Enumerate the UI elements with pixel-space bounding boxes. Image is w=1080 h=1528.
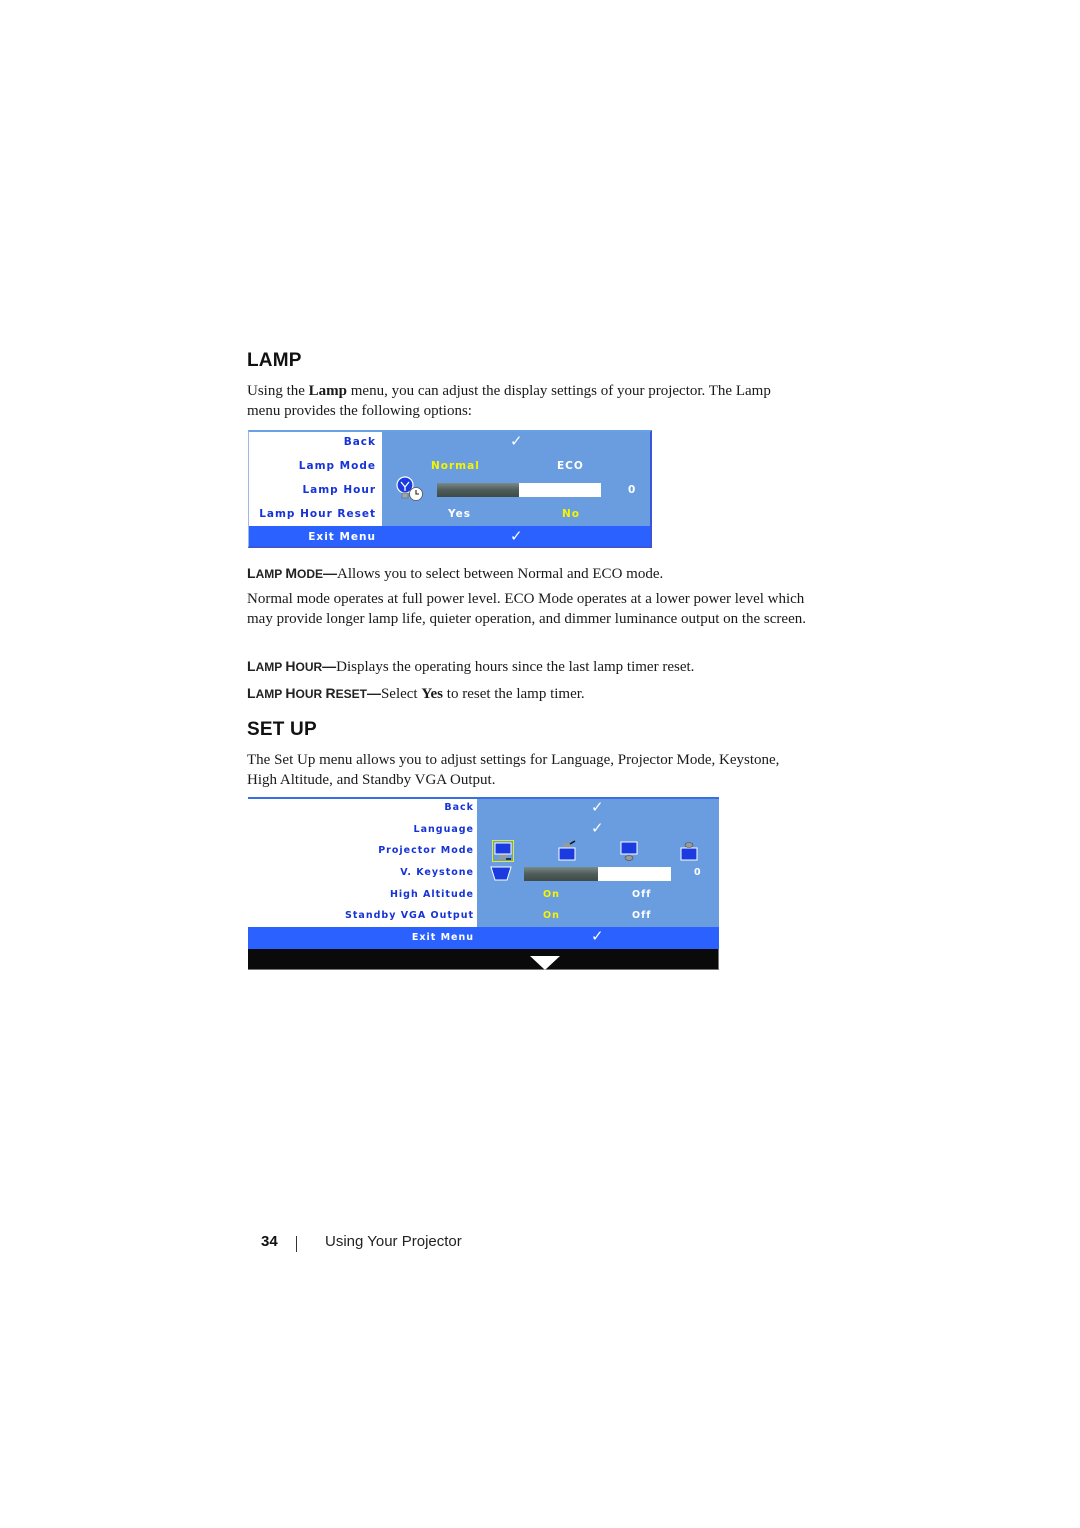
page-number: 34 <box>261 1233 278 1250</box>
check-icon: ✓ <box>591 798 605 816</box>
rear-projection-desktop-icon[interactable] <box>618 840 640 862</box>
rear-projection-ceiling-icon[interactable] <box>556 840 578 862</box>
lamp-hour-definition: LAMP HOUR—Displays the operating hours s… <box>247 656 807 677</box>
lamp-mode-paragraph: Normal mode operates at full power level… <box>247 591 806 627</box>
setup-osd-scroll-bar[interactable] <box>248 949 719 970</box>
setup-osd-language[interactable]: Language <box>414 824 474 835</box>
setup-osd-high-altitude[interactable]: High Altitude <box>390 889 474 900</box>
setup-osd-back[interactable]: Back <box>444 802 474 813</box>
footer-title: Using Your Projector <box>325 1233 462 1250</box>
lamp-mode-option-eco[interactable]: ECO <box>557 460 584 472</box>
lamp-mode-term: LAMP MODE— <box>247 565 338 581</box>
check-icon: ✓ <box>510 432 524 450</box>
lamp-hour-reset-definition: LAMP HOUR RESET—Select Yes to reset the … <box>247 685 585 702</box>
setup-heading: SET UP <box>247 719 317 740</box>
lamp-hour-progress-bar <box>437 483 601 497</box>
lamp-osd-lamp-hour-reset[interactable]: Lamp Hour Reset <box>259 508 376 520</box>
lamp-hour-description: Displays the operating hours since the l… <box>336 659 695 675</box>
lamp-reset-option-no[interactable]: No <box>562 508 580 520</box>
lamp-osd-lamp-mode[interactable]: Lamp Mode <box>299 460 376 472</box>
lamp-hour-term: LAMP HOUR— <box>247 658 337 674</box>
high-altitude-option-on[interactable]: On <box>543 889 560 900</box>
standby-vga-option-on[interactable]: On <box>543 910 560 921</box>
lamp-osd-back[interactable]: Back <box>344 436 376 448</box>
check-icon: ✓ <box>510 527 524 545</box>
front-projection-ceiling-icon[interactable] <box>678 840 700 862</box>
setup-osd-exit-bar[interactable] <box>248 927 719 949</box>
high-altitude-option-off[interactable]: Off <box>632 889 651 900</box>
keystone-progress-bar[interactable] <box>524 867 671 881</box>
lamp-clock-icon <box>396 476 423 501</box>
lamp-hour-value: 0 <box>628 484 637 496</box>
lamp-heading: LAMP <box>247 350 302 371</box>
lamp-intro: Using the Lamp menu, you can adjust the … <box>247 381 807 421</box>
setup-osd-standby-vga-output[interactable]: Standby VGA Output <box>345 910 474 921</box>
lamp-hour-progress-fill <box>437 483 519 497</box>
down-triangle-icon[interactable] <box>530 956 560 970</box>
keystone-icon <box>490 866 512 881</box>
front-projection-desktop-icon[interactable] <box>492 840 514 862</box>
setup-osd-projector-mode[interactable]: Projector Mode <box>378 845 474 856</box>
setup-osd-menu: Back ✓ Language ✓ Projector Mode V. Keys… <box>248 797 719 970</box>
footer-divider <box>296 1236 297 1252</box>
lamp-intro-bold: Lamp <box>308 383 348 399</box>
lamp-mode-option-normal[interactable]: Normal <box>431 460 480 472</box>
lamp-osd-menu: Back ✓ Lamp Mode Normal ECO Lamp Hour 0 … <box>248 430 652 548</box>
lamp-intro-text: Using the <box>247 383 309 399</box>
lamp-mode-definition: LAMP MODE—Allows you to select between N… <box>247 563 807 584</box>
standby-vga-option-off[interactable]: Off <box>632 910 651 921</box>
setup-osd-v-keystone[interactable]: V. Keystone <box>400 867 474 878</box>
keystone-progress-fill <box>524 867 598 881</box>
keystone-value: 0 <box>694 867 702 878</box>
lamp-reset-option-yes[interactable]: Yes <box>448 508 471 520</box>
setup-intro: The Set Up menu allows you to adjust set… <box>247 752 780 788</box>
lamp-osd-exit-menu[interactable]: Exit Menu <box>308 531 376 543</box>
check-icon: ✓ <box>591 927 605 945</box>
setup-osd-label-panel <box>248 799 477 927</box>
lamp-osd-lamp-hour[interactable]: Lamp Hour <box>302 484 376 496</box>
lamp-hour-reset-term: LAMP HOUR RESET— <box>247 685 381 701</box>
setup-osd-exit-menu[interactable]: Exit Menu <box>412 932 474 943</box>
check-icon: ✓ <box>591 819 605 837</box>
lamp-mode-description: Allows you to select between Normal and … <box>337 566 664 582</box>
